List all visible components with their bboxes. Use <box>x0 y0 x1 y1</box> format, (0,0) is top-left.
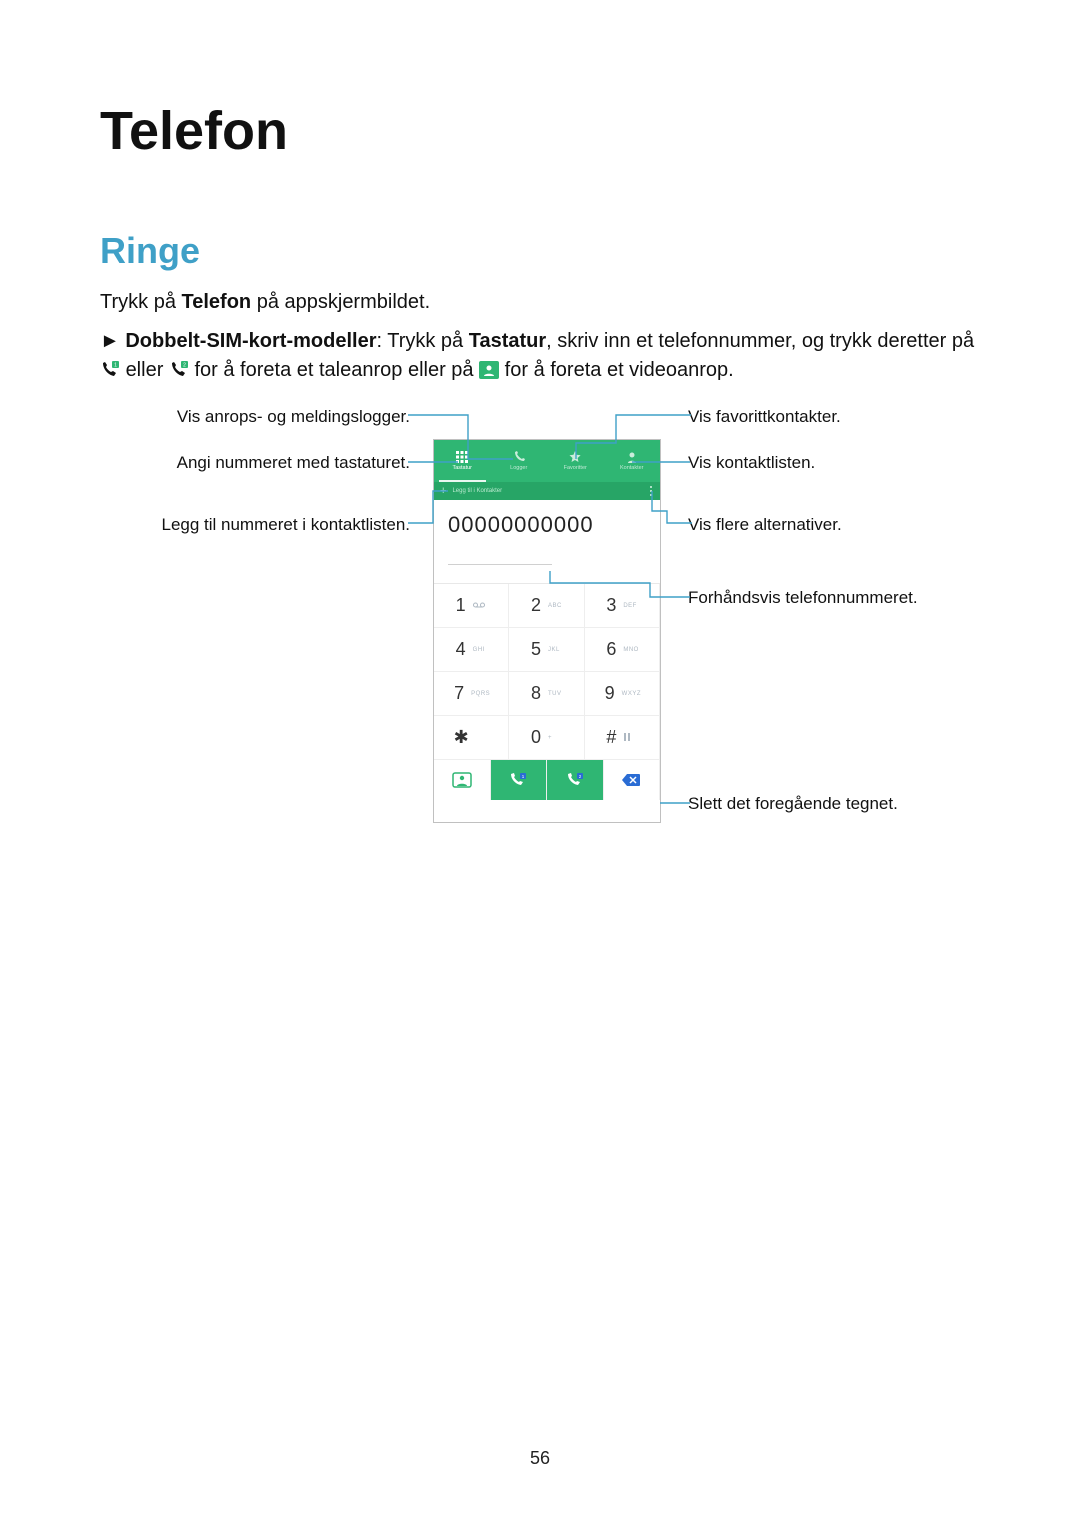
phone-sim2-icon: 2 <box>169 359 189 377</box>
add-contact-label: Legg til i Kontakter <box>452 488 644 494</box>
key-hash[interactable]: # <box>585 716 660 760</box>
leader-line <box>408 461 458 463</box>
callout-right-1: Vis favorittkontakter. <box>688 407 841 427</box>
leader-line <box>408 491 448 526</box>
backspace-icon <box>621 773 641 787</box>
intro-paragraph-2: ► Dobbelt-SIM-kort-modeller: Trykk på Ta… <box>100 327 990 385</box>
digit: 7 <box>452 683 466 704</box>
voicemail-icon <box>473 602 489 610</box>
leader-line <box>660 802 690 804</box>
letters: + <box>548 735 564 741</box>
key-1[interactable]: 1 <box>434 584 509 628</box>
phone-mock: Tastatur Logger Favoritter Kontakter + <box>433 439 661 823</box>
tab-label: Favoritter <box>564 465 587 471</box>
callout-right-3: Vis flere alternativer. <box>688 515 842 535</box>
letters: MNO <box>623 647 639 653</box>
digit: ✱ <box>454 727 468 748</box>
svg-text:2: 2 <box>183 363 186 369</box>
text: for å foreta et videoanrop. <box>505 359 734 381</box>
key-4[interactable]: 4 GHI <box>434 628 509 672</box>
callout-left-3: Legg til nummeret i kontaktlisten. <box>100 515 410 535</box>
phone-sim2-icon: 2 <box>565 772 585 788</box>
digit: 1 <box>454 595 468 616</box>
leader-line <box>576 415 691 465</box>
callout-left-2: Angi nummeret med tastaturet. <box>100 453 410 473</box>
video-call-button[interactable] <box>434 760 491 800</box>
call-sim2-button[interactable]: 2 <box>547 760 604 800</box>
key-5[interactable]: 5 JKL <box>509 628 584 672</box>
letters: TUV <box>548 691 564 697</box>
bold-dual-sim: Dobbelt-SIM-kort-modeller <box>125 330 376 352</box>
digit: 2 <box>529 595 543 616</box>
text: Trykk på <box>100 291 182 313</box>
callout-right-4: Forhåndsvis telefonnummeret. <box>688 588 918 608</box>
leader-line <box>632 461 690 463</box>
key-6[interactable]: 6 MNO <box>585 628 660 672</box>
arrow-marker: ► <box>100 330 125 352</box>
video-call-icon <box>479 359 499 377</box>
text: : Trykk på <box>376 330 468 352</box>
phone-sim1-icon: 1 <box>508 772 528 788</box>
tab-label: Logger <box>510 465 527 471</box>
tab-label: Kontakter <box>620 465 644 471</box>
digit: # <box>604 727 618 748</box>
page-title: Telefon <box>100 100 990 162</box>
call-sim1-button[interactable]: 1 <box>491 760 548 800</box>
digit: 9 <box>603 683 617 704</box>
letters: ABC <box>548 603 564 609</box>
section-title: Ringe <box>100 230 990 272</box>
pause-icon <box>623 733 639 743</box>
digit: 5 <box>529 639 543 660</box>
bold-tastatur: Tastatur <box>469 330 546 352</box>
number-underline <box>448 564 552 565</box>
text: for å foreta et taleanrop eller på <box>194 359 479 381</box>
intro-paragraph-1: Trykk på Telefon på appskjermbildet. <box>100 288 990 317</box>
number-display: 00000000000 <box>434 500 660 558</box>
text: på appskjermbildet. <box>251 291 430 313</box>
key-8[interactable]: 8 TUV <box>509 672 584 716</box>
bold-telefon: Telefon <box>182 291 252 313</box>
leader-line <box>550 571 690 599</box>
letters: WXYZ <box>622 691 641 697</box>
annotated-screenshot: Tastatur Logger Favoritter Kontakter + <box>100 403 980 833</box>
leader-line <box>408 415 513 465</box>
letters: DEF <box>623 603 639 609</box>
digit: 0 <box>529 727 543 748</box>
callout-right-2: Vis kontaktlisten. <box>688 453 815 473</box>
letters: PQRS <box>471 691 490 697</box>
key-7[interactable]: 7 PQRS <box>434 672 509 716</box>
phone-icon <box>513 451 525 463</box>
dialpad: 1 2ABC 3DEF 4GHI 5JKL 6MNO 7PQRS 8TUV 9W… <box>434 583 660 760</box>
text: , skriv inn et telefonnummer, og trykk d… <box>546 330 974 352</box>
digit: 8 <box>529 683 543 704</box>
tab-label: Tastatur <box>452 465 472 471</box>
callout-right-5: Slett det foregående tegnet. <box>688 794 898 814</box>
callout-left-1: Vis anrops- og meldingslogger. <box>100 407 410 427</box>
page-number: 56 <box>530 1448 550 1469</box>
leader-line <box>652 491 692 526</box>
action-row: 1 2 <box>434 760 660 800</box>
letters: JKL <box>548 647 564 653</box>
phone-sim1-icon: 1 <box>100 359 120 377</box>
digit: 4 <box>454 639 468 660</box>
digit: 6 <box>604 639 618 660</box>
key-9[interactable]: 9 WXYZ <box>585 672 660 716</box>
key-0[interactable]: 0+ <box>509 716 584 760</box>
key-star[interactable]: ✱ <box>434 716 509 760</box>
video-call-icon <box>452 772 472 788</box>
text: eller <box>126 359 169 381</box>
svg-text:1: 1 <box>114 363 117 369</box>
add-contact-bar[interactable]: + Legg til i Kontakter <box>434 482 660 500</box>
backspace-button[interactable] <box>604 760 661 800</box>
letters: GHI <box>473 647 489 653</box>
